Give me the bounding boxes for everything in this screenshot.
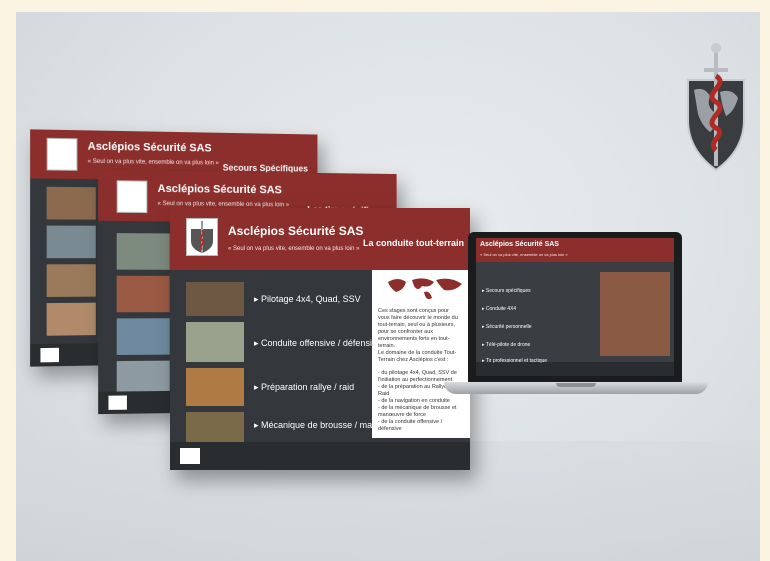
photo-rally bbox=[186, 368, 244, 406]
laptop-photo bbox=[600, 272, 670, 356]
laptop-footer bbox=[476, 362, 674, 376]
description-paragraph: Ces stages sont conçus pour vous faire d… bbox=[378, 308, 458, 349]
laptop-company: Asclépios Sécurité SAS bbox=[480, 241, 559, 248]
asclepius-emblem-icon bbox=[186, 218, 218, 256]
motto: « Seul on va plus vite, ensemble on va p… bbox=[87, 158, 219, 167]
photo bbox=[116, 360, 170, 392]
photo-bush bbox=[186, 412, 244, 446]
arrow-right-icon: ▸ bbox=[254, 420, 262, 430]
photo bbox=[46, 186, 96, 220]
certification-logo bbox=[40, 347, 60, 363]
brochure-card-front: Asclépios Sécurité SAS « Seul on va plus… bbox=[170, 208, 470, 470]
laptop-menu-item: ▸ Tir professionnel et tactique bbox=[482, 358, 548, 364]
photo bbox=[116, 233, 170, 270]
description-paragraph: Le domaine de la conduite Tout-Terrain c… bbox=[378, 350, 457, 363]
arrow-right-icon: ▸ bbox=[254, 338, 262, 348]
asclepius-emblem-icon bbox=[687, 43, 745, 172]
asclepius-emblem-icon bbox=[116, 180, 148, 214]
laptop-menu-item: ▸ Télé-pilote de drone bbox=[482, 342, 531, 348]
motto: « Seul on va plus vite, ensemble on va p… bbox=[228, 246, 360, 252]
laptop-notch bbox=[556, 383, 596, 387]
card-subtitle: La conduite tout-terrain bbox=[363, 238, 464, 248]
menu-item: ▸ Pilotage 4x4, Quad, SSV bbox=[254, 294, 361, 304]
world-map-icon bbox=[388, 278, 462, 300]
description-list: - du pilotage 4x4, Quad, SSV de l'initia… bbox=[378, 370, 457, 432]
laptop-menu-item: ▸ Conduite 4X4 bbox=[482, 306, 517, 312]
photo bbox=[46, 302, 96, 336]
card-header: Asclépios Sécurité SAS « Seul on va plus… bbox=[170, 208, 470, 270]
asclepius-emblem-icon bbox=[46, 137, 78, 171]
description-panel: Ces stages sont conçus pour vous faire d… bbox=[372, 270, 470, 438]
company-name: Asclépios Sécurité SAS bbox=[87, 140, 212, 155]
arrow-right-icon: ▸ bbox=[254, 382, 262, 392]
card-footer bbox=[170, 442, 470, 470]
laptop-menu-item: ▸ Secours spécifiques bbox=[482, 288, 531, 294]
photo bbox=[46, 225, 96, 259]
menu-item: ▸ Préparation rallye / raid bbox=[254, 382, 355, 392]
certification-logo bbox=[108, 395, 127, 410]
arrow-right-icon: ▸ bbox=[254, 294, 262, 304]
photo bbox=[116, 275, 170, 313]
company-name: Asclépios Sécurité SAS bbox=[228, 224, 364, 238]
photo-4x4 bbox=[186, 282, 244, 316]
menu-item: ▸ Conduite offensive / défensive bbox=[254, 338, 382, 348]
laptop-header: Asclépios Sécurité SAS « Seul on va plus… bbox=[476, 238, 674, 262]
certification-logo bbox=[180, 448, 200, 464]
photo-vehicle bbox=[186, 322, 244, 362]
laptop-motto: « Seul on va plus vite, ensemble on va p… bbox=[480, 252, 568, 257]
photo bbox=[46, 264, 96, 297]
company-name: Asclépios Sécurité SAS bbox=[157, 182, 282, 197]
laptop-menu-item: ▸ Sécurité personnelle bbox=[482, 324, 532, 330]
photo bbox=[116, 318, 170, 355]
